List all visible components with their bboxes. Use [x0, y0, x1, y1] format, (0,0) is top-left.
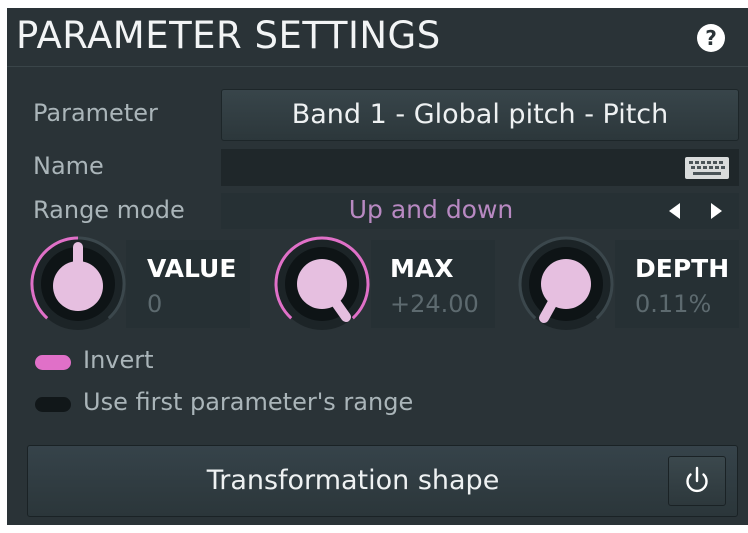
depth-knob[interactable]: [516, 234, 616, 334]
help-button[interactable]: ?: [697, 24, 725, 52]
next-arrow-icon[interactable]: [711, 203, 722, 219]
page-title: PARAMETER SETTINGS: [16, 14, 441, 57]
range-mode-label: Range mode: [33, 196, 185, 224]
transformation-shape-label: Transformation shape: [206, 465, 500, 496]
parameter-label: Parameter: [33, 99, 158, 127]
use-first-range-toggle[interactable]: [35, 397, 71, 412]
invert-label: Invert: [83, 346, 154, 374]
transformation-shape-button[interactable]: Transformation shape: [27, 445, 738, 517]
keyboard-icon[interactable]: [685, 157, 729, 179]
range-mode-value: Up and down: [348, 195, 514, 224]
max-knob[interactable]: [272, 234, 372, 334]
use-first-range-label: Use first parameter's range: [83, 388, 414, 416]
value-knob-readout: 0: [147, 290, 163, 318]
previous-arrow-icon[interactable]: [669, 203, 680, 219]
power-button[interactable]: [668, 456, 726, 506]
range-mode-selector[interactable]: Up and down: [221, 193, 739, 229]
parameter-select-button[interactable]: Band 1 - Global pitch - Pitch: [221, 89, 739, 141]
depth-knob-label: DEPTH: [635, 254, 730, 283]
value-knob-label: VALUE: [147, 254, 237, 283]
divider: [7, 66, 748, 67]
invert-toggle[interactable]: [35, 355, 71, 370]
max-knob-readout: +24.00: [390, 290, 479, 318]
max-knob-label: MAX: [390, 254, 454, 283]
value-knob[interactable]: [28, 234, 128, 334]
power-icon: [686, 466, 708, 493]
depth-knob-readout: 0.11%: [635, 290, 712, 318]
name-field[interactable]: [221, 149, 739, 186]
name-label: Name: [33, 152, 104, 180]
